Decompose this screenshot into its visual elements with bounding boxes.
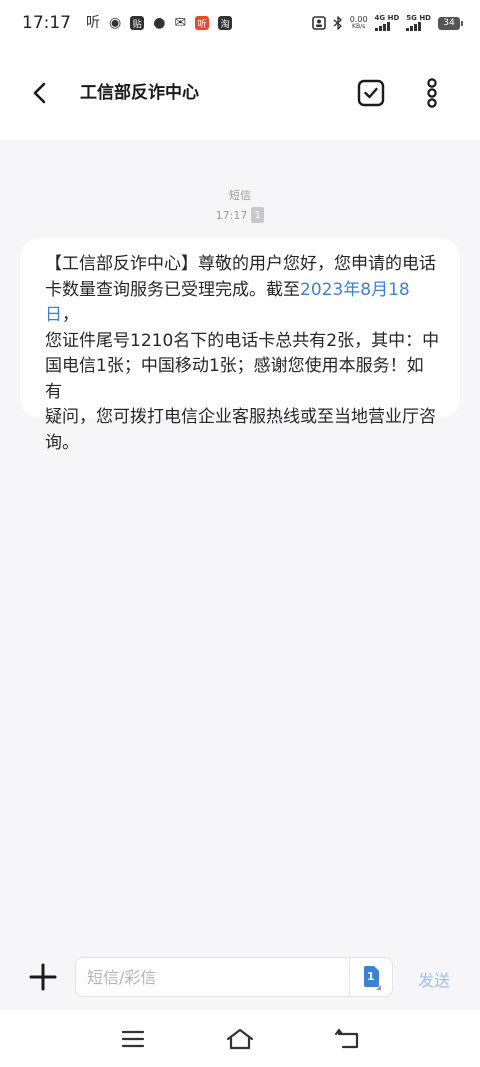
message-text: 卡数量查询服务已受理完成。截至: [45, 279, 300, 300]
home-icon: [226, 1028, 254, 1050]
add-attachment-button[interactable]: [26, 960, 60, 994]
taobao-app-icon: 淘: [218, 16, 233, 30]
battery-icon: 34: [438, 16, 463, 30]
status-right: 0.00 KB/s 4G HD 5G HD 34: [311, 14, 463, 31]
message-time: 17:17: [215, 208, 248, 222]
checkbox-icon: [357, 79, 385, 107]
menu-icon: [121, 1030, 145, 1048]
sim-select-button[interactable]: 1: [354, 963, 390, 993]
navigation-bar: [0, 1010, 480, 1067]
back-nav-button[interactable]: [333, 1026, 363, 1052]
chat-bubble-icon: ●: [153, 15, 166, 31]
sim-select-label: 1: [367, 970, 375, 983]
send-button[interactable]: 发送: [418, 967, 450, 991]
plus-icon: [29, 963, 57, 991]
net-speed: 0.00 KB/s: [350, 16, 368, 30]
sim2-signal: 5G HD: [406, 15, 431, 31]
input-divider: [349, 958, 350, 996]
back-button[interactable]: [24, 76, 56, 110]
status-bar: 17:17 听 ◉ 贴 ● ✉ 听 淘 0.00 KB/s 4G HD 5G H…: [0, 0, 480, 46]
message-time-row: 17:17 1: [216, 207, 265, 223]
bluetooth-icon: [333, 16, 342, 30]
message-line: 【工信部反诈中心】尊敬的用户您好，您申请的电话: [45, 254, 436, 274]
sim1-signal-label: 4G HD: [374, 14, 400, 22]
message-input[interactable]: [76, 958, 348, 996]
nfc-icon: [311, 16, 326, 30]
more-options-button[interactable]: [418, 76, 446, 110]
more-vertical-icon: [427, 78, 437, 108]
chevron-left-icon: [33, 82, 46, 104]
message-bubble[interactable]: 【工信部反诈中心】尊敬的用户您好，您申请的电话 卡数量查询服务已受理完成。截至2…: [20, 238, 460, 453]
message-line: 您证件尾号1210名下的电话卡总共有2张，其中：中: [45, 330, 440, 351]
net-speed-unit: KB/s: [352, 23, 366, 30]
message-line: 疑问，您可拨打电信企业客服热线或至当地营业厅咨: [45, 407, 436, 427]
sim1-signal: 4G HD: [374, 14, 400, 31]
sim2-signal-label: 5G HD: [406, 14, 431, 22]
message-line: 询。: [45, 432, 79, 453]
page-title: 工信部反诈中心: [80, 83, 199, 103]
message-line: 国电信1张；中国移动1张；感谢您使用本服务！如有: [45, 356, 424, 402]
status-time: 17:17: [22, 13, 71, 33]
listen-app-icon: 听: [86, 15, 100, 31]
recents-button[interactable]: [118, 1026, 148, 1052]
sticker-app-icon: 贴: [130, 16, 145, 30]
message-line: 卡数量查询服务已受理完成。截至2023年8月18日，: [45, 278, 440, 329]
message-input-wrap: 1: [75, 957, 393, 997]
message-composer: 1 发送: [0, 948, 480, 1010]
home-button[interactable]: [225, 1026, 255, 1052]
message-text: ，: [62, 305, 79, 325]
select-button[interactable]: [356, 78, 386, 108]
sim-badge: 1: [251, 207, 265, 223]
listen-red-app-icon: 听: [195, 16, 210, 30]
sim1-signal-icon: [374, 22, 390, 31]
message-type-label: 短信: [229, 189, 251, 202]
sim2-signal-icon: [406, 22, 422, 31]
mail-icon: ✉: [174, 15, 187, 31]
message-meta: 短信 17:17 1: [0, 187, 480, 223]
status-left: 17:17 听 ◉ 贴 ● ✉ 听 淘: [22, 13, 233, 33]
conversation-area[interactable]: 短信 17:17 1 【工信部反诈中心】尊敬的用户您好，您申请的电话 卡数量查询…: [0, 140, 480, 948]
conversation-header: 工信部反诈中心: [0, 46, 480, 140]
back-arrow-icon: [335, 1028, 359, 1049]
location-icon: ◉: [109, 15, 122, 31]
